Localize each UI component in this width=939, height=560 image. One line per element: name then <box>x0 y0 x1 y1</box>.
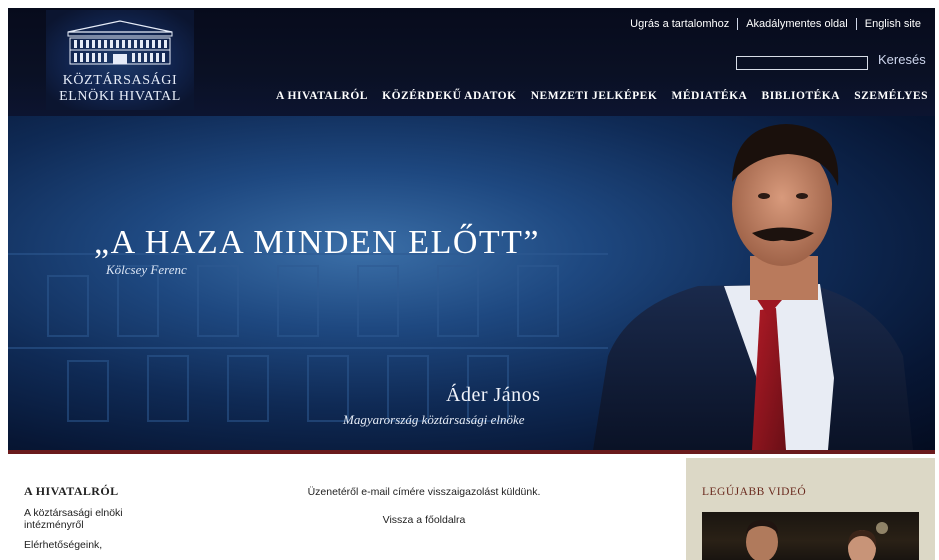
video-thumbnail-image <box>746 520 888 560</box>
sidebar-left: A HIVATALRÓL A köztársasági elnöki intéz… <box>24 484 224 559</box>
confirmation-message: Üzenetéről e-mail címére visszaigazolást… <box>307 486 541 498</box>
skip-to-content-link[interactable]: Ugrás a tartalomhoz <box>630 18 729 30</box>
site-logo[interactable]: KÖZTÁRSASÁGI ELNÖKI HIVATAL <box>46 10 194 110</box>
main-nav: A HIVATALRÓL KÖZÉRDEKŰ ADATOK NEMZETI JE… <box>276 90 928 102</box>
nav-item-szemelyes[interactable]: SZEMÉLYES <box>854 90 928 102</box>
main-content: Üzenetéről e-mail címére visszaigazolást… <box>290 486 558 526</box>
site-header: KÖZTÁRSASÁGI ELNÖKI HIVATAL Ugrás a tart… <box>8 8 935 116</box>
sidebar-heading: A HIVATALRÓL <box>24 484 119 498</box>
nav-item-mediateka[interactable]: MÉDIATÉKA <box>671 90 747 102</box>
sidebar-link-elerhetosegeink[interactable]: Elérhetőségeink, <box>24 539 164 551</box>
english-site-link[interactable]: English site <box>865 18 921 30</box>
back-to-home-link[interactable]: Vissza a főoldalra <box>290 514 558 526</box>
hero-quote: „A HAZA MINDEN ELŐTT” <box>94 224 541 261</box>
logo-text-line1: KÖZTÁRSASÁGI <box>62 73 178 88</box>
sidebar-link-intezmeny[interactable]: A köztársasági elnöki intézményről <box>24 507 164 531</box>
portrait <box>593 124 913 450</box>
nav-item-hivatalrol[interactable]: A HIVATALRÓL <box>276 90 368 102</box>
utility-separator <box>855 18 857 30</box>
video-thumbnail[interactable] <box>702 512 919 560</box>
utility-separator <box>737 18 739 30</box>
nav-item-nemzeti-jelkepek[interactable]: NEMZETI JELKÉPEK <box>531 90 658 102</box>
sidebar-right: LEGÚJABB VIDEÓ <box>686 458 935 560</box>
logo-text-line2: ELNÖKI HIVATAL <box>59 89 181 104</box>
search-input[interactable] <box>736 56 868 70</box>
hero-divider <box>8 450 935 454</box>
accessible-site-link[interactable]: Akadálymentes oldal <box>746 18 848 30</box>
hero-banner: „A HAZA MINDEN ELŐTT” Kölcsey Ferenc Áde… <box>8 116 935 450</box>
hero-president-title: Magyarország köztársasági elnöke <box>343 412 525 427</box>
search-button[interactable]: Keresés <box>878 52 926 67</box>
hero-quote-author: Kölcsey Ferenc <box>106 262 187 277</box>
hero-president-name: Áder János <box>446 384 541 406</box>
page: KÖZTÁRSASÁGI ELNÖKI HIVATAL Ugrás a tart… <box>0 0 939 560</box>
utility-nav: Ugrás a tartalomhoz Akadálymentes oldal … <box>630 18 921 30</box>
nav-item-kozerdeku-adatok[interactable]: KÖZÉRDEKŰ ADATOK <box>382 90 516 102</box>
building-icon <box>67 20 173 65</box>
latest-video-heading: LEGÚJABB VIDEÓ <box>702 486 807 498</box>
nav-item-biblioteka[interactable]: BIBLIOTÉKA <box>762 90 841 102</box>
